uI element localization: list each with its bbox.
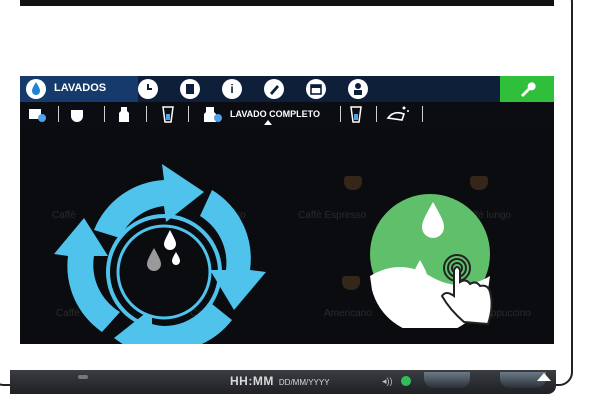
speaker-icon[interactable]: ◂)) [382,376,393,387]
bg-cup-icon [342,276,360,290]
tab-coffee[interactable] [68,104,90,124]
tab-milk[interactable] [114,104,136,124]
wrench-icon[interactable] [500,76,554,102]
indicator-led [78,375,88,379]
tab-glass-2[interactable] [348,104,364,124]
tab-separator [188,106,189,122]
menu-bar: LAVADOS i [20,76,554,102]
tab-complete-wash[interactable] [200,104,224,124]
left-spout-knob [424,372,470,388]
tab-separator [422,106,423,122]
start-rinse-button[interactable] [370,194,500,328]
rinse-cycle-graphic [54,164,266,344]
status-dot-icon [401,376,411,386]
eject-icon[interactable] [537,373,551,381]
info-icon[interactable]: i [222,79,242,99]
tab-label-active[interactable]: LAVADO COMPLETO [230,109,320,119]
tab-separator [58,106,59,122]
tab-separator [376,106,377,122]
date-text: DD/MM/YYYY [278,378,330,387]
tab-glass[interactable] [160,104,176,124]
cup-icon[interactable] [180,79,200,99]
user-icon[interactable] [348,79,368,99]
bg-item: Americano [324,308,372,319]
bottom-white-area [20,344,554,370]
display-screen: Caffè Espresso Caffè Espresso Caffè lung… [20,76,554,344]
pencil-icon[interactable] [264,79,284,99]
top-white-area [20,6,554,76]
status-bar: HH:MM DD/MM/YYYY ◂)) [10,370,556,394]
tab-separator [340,106,341,122]
device-frame: Caffè Espresso Caffè Espresso Caffè lung… [0,0,590,403]
tab-bar: LAVADO COMPLETO [20,102,554,126]
clock-icon[interactable] [138,79,158,99]
clock-readout: HH:MM DD/MM/YYYY [230,374,330,388]
menu-lavados-tab[interactable]: LAVADOS [20,76,138,102]
bg-item: Caffè Espresso [298,210,367,221]
active-tab-caret [264,120,272,125]
menu-title: LAVADOS [54,82,107,94]
tab-rinse-cup[interactable] [26,104,48,124]
tab-separator [146,106,147,122]
bg-cup-icon [344,176,362,190]
calendar-icon[interactable] [306,79,326,99]
tab-cleaning[interactable] [384,104,410,124]
water-drop-icon [26,79,46,99]
tab-separator [104,106,105,122]
bg-cup-icon [470,176,488,190]
time-text: HH:MM [230,374,274,388]
